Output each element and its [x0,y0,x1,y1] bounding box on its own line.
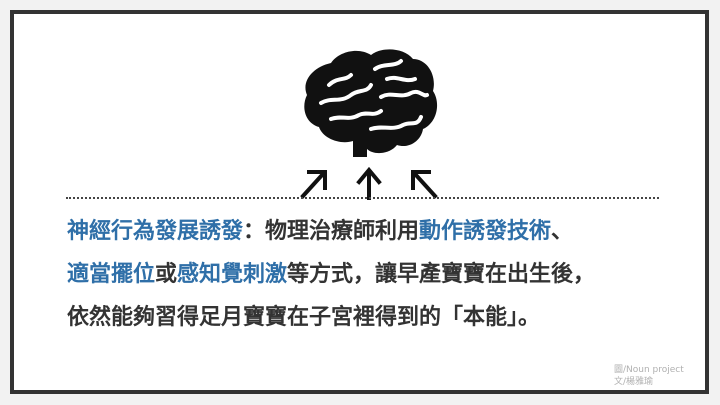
image-credit: 圖/Noun project [614,365,684,375]
text-line-3: 依然能夠習得足月寶寶在子宮裡得到的「本能」。 [67,296,697,339]
body-text: 神經行為發展誘發：物理治療師利用動作誘發技術、 適當擺位或感知覺刺激等方式，讓早… [67,210,697,339]
highlight-term: 神經行為發展誘發 [67,219,244,244]
arrow-up-icon [356,166,382,200]
credit-caption: 圖/Noun project 文/楊雅瑜 [614,364,684,388]
punctuation: 、 [551,219,574,244]
highlight-term: 適當擺位 [67,262,156,287]
dotted-divider [66,197,659,199]
slide-frame: 神經行為發展誘發：物理治療師利用動作誘發技術、 適當擺位或感知覺刺激等方式，讓早… [10,10,709,394]
body-phrase: ：物理治療師利用 [243,219,420,244]
body-phrase: 或 [155,262,178,287]
highlight-term: 動作誘發技術 [419,219,552,244]
brain-icon [304,49,438,157]
text-line-2: 適當擺位或感知覺刺激等方式，讓早產寶寶在出生後， [67,253,697,296]
arrow-up-right-icon [300,170,327,199]
highlight-term: 感知覺刺激 [177,262,288,287]
text-line-1: 神經行為發展誘發：物理治療師利用動作誘發技術、 [67,210,697,253]
arrow-up-left-icon [411,170,438,199]
body-phrase: 等方式，讓早產寶寶在出生後， [287,262,596,287]
text-credit: 文/楊雅瑜 [614,377,654,387]
body-phrase: 依然能夠習得足月寶寶在子宮裡得到的「本能」。 [67,305,541,330]
